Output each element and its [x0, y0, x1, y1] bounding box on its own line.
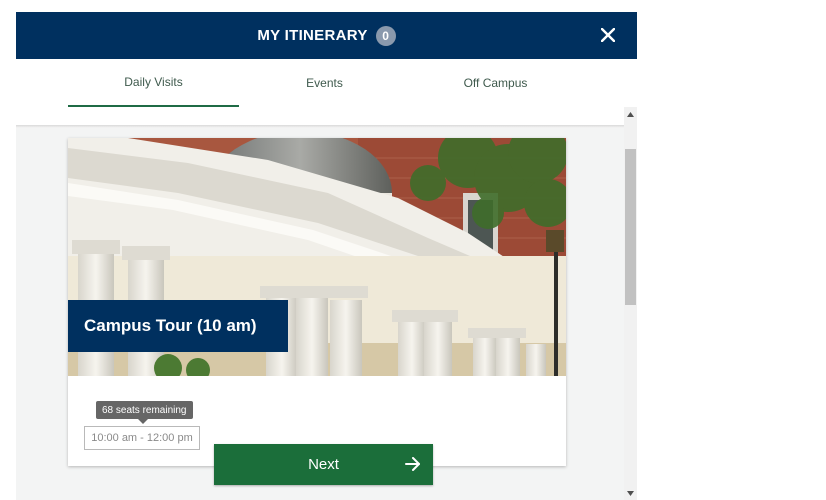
scroll-down-arrow-icon: [627, 490, 634, 496]
scroll-down-button[interactable]: [624, 486, 637, 500]
scroll-thumb[interactable]: [625, 149, 636, 305]
header-title: MY ITINERARY: [257, 27, 368, 44]
next-button-label: Next: [308, 456, 339, 473]
content-scrollbar[interactable]: [624, 107, 637, 500]
scroll-up-arrow-icon: [627, 111, 634, 117]
seats-remaining-tooltip: 68 seats remaining: [96, 401, 193, 424]
tab-events[interactable]: Events: [239, 59, 410, 107]
next-button[interactable]: Next: [214, 444, 433, 485]
header-title-group: MY ITINERARY 0: [16, 12, 637, 59]
tab-daily-visits[interactable]: Daily Visits: [68, 59, 239, 107]
itinerary-count-badge: 0: [375, 25, 396, 46]
tab-off-campus[interactable]: Off Campus: [410, 59, 581, 107]
tab-bar: Daily Visits Events Off Campus: [16, 59, 637, 125]
visits-list: Campus Tour (10 am) 68 seats remaining 1…: [16, 128, 624, 500]
visit-card: Campus Tour (10 am) 68 seats remaining 1…: [68, 138, 566, 466]
time-slot-option[interactable]: 10:00 am - 12:00 pm: [84, 426, 200, 450]
itinerary-header: MY ITINERARY 0: [16, 12, 637, 59]
close-icon: [601, 28, 615, 42]
tour-title-banner: Campus Tour (10 am): [68, 300, 288, 352]
itinerary-panel: MY ITINERARY 0 Daily Visits Events Off C…: [16, 12, 637, 500]
close-button[interactable]: [597, 24, 619, 46]
scroll-up-button[interactable]: [624, 107, 637, 121]
tour-title: Campus Tour (10 am): [84, 316, 257, 335]
campus-building-photo: Campus Tour (10 am): [68, 138, 566, 376]
arrow-right-icon: [405, 457, 420, 471]
